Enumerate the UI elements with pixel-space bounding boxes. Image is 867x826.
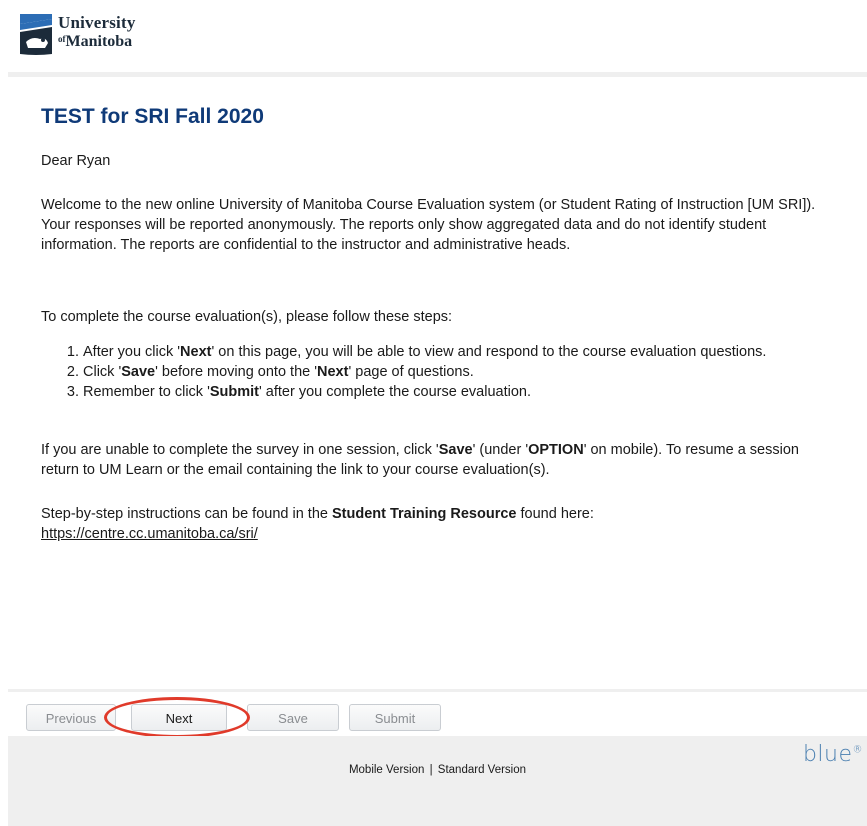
logo-university-text: University: [58, 13, 136, 32]
step-text: After you click ': [83, 344, 181, 360]
steps-intro-text: To complete the course evaluation(s), pl…: [41, 309, 453, 325]
step-bold: Submit: [209, 384, 259, 400]
step-bold: Next: [180, 344, 212, 360]
resume-bold: Save: [438, 442, 473, 458]
training-bold: Student Training Resource: [331, 506, 517, 522]
main-content: TEST for SRI Fall 2020 Dear Ryan Welcome…: [41, 105, 831, 542]
mobile-version-link[interactable]: Mobile Version: [349, 764, 424, 776]
logo-manitoba-word: Manitoba: [65, 33, 133, 50]
welcome-paragraph: Welcome to the new online University of …: [41, 197, 816, 253]
step-text: ' page of questions.: [348, 364, 474, 380]
logo-of-text: of: [58, 34, 66, 44]
step-bold: Save: [121, 364, 156, 380]
step-text: Click ': [83, 364, 122, 380]
step-item: Remember to click 'Submit' after you com…: [83, 382, 867, 402]
next-button[interactable]: Next: [131, 704, 227, 731]
step-item: Click 'Save' before moving onto the 'Nex…: [83, 362, 867, 382]
header: University ofManitoba: [0, 0, 867, 72]
step-bold: Next: [317, 364, 349, 380]
university-crest-icon: [20, 14, 52, 55]
resume-paragraph: If you are unable to complete the survey…: [41, 440, 831, 480]
footer-separator: |: [429, 764, 433, 776]
footer: blue® Mobile Version | Standard Version: [8, 736, 867, 826]
page: University ofManitoba TEST for SRI Fall …: [0, 0, 867, 826]
step-item: After you click 'Next' on this page, you…: [83, 342, 867, 362]
button-bar-divider: [8, 689, 867, 692]
logo-manitoba-text: ofManitoba: [58, 31, 136, 50]
resume-text: ' (under ': [472, 442, 529, 458]
page-title: TEST for SRI Fall 2020: [41, 105, 264, 128]
step-text: Remember to click ': [83, 384, 210, 400]
resume-bold: OPTION: [528, 442, 584, 458]
training-text: found here:: [516, 506, 594, 522]
training-paragraph: Step-by-step instructions can be found i…: [41, 504, 831, 544]
header-divider: [8, 72, 867, 77]
previous-button[interactable]: Previous: [26, 704, 116, 731]
step-text: ' before moving onto the ': [155, 364, 318, 380]
greeting-text: Dear Ryan: [41, 153, 111, 169]
step-text: ' on this page, you will be able to view…: [211, 344, 767, 360]
standard-version-link[interactable]: Standard Version: [438, 764, 526, 776]
university-logo: University ofManitoba: [58, 13, 136, 50]
resume-text: If you are unable to complete the survey…: [41, 442, 439, 458]
submit-button[interactable]: Submit: [349, 704, 441, 731]
steps-list: After you click 'Next' on this page, you…: [41, 342, 867, 402]
training-resource-link[interactable]: https://centre.cc.umanitoba.ca/sri/: [41, 526, 258, 542]
training-text: Step-by-step instructions can be found i…: [41, 506, 332, 522]
brand-mark: ®: [852, 744, 863, 756]
save-button[interactable]: Save: [247, 704, 339, 731]
footer-links: Mobile Version | Standard Version: [8, 764, 867, 776]
step-text: ' after you complete the course evaluati…: [259, 384, 531, 400]
